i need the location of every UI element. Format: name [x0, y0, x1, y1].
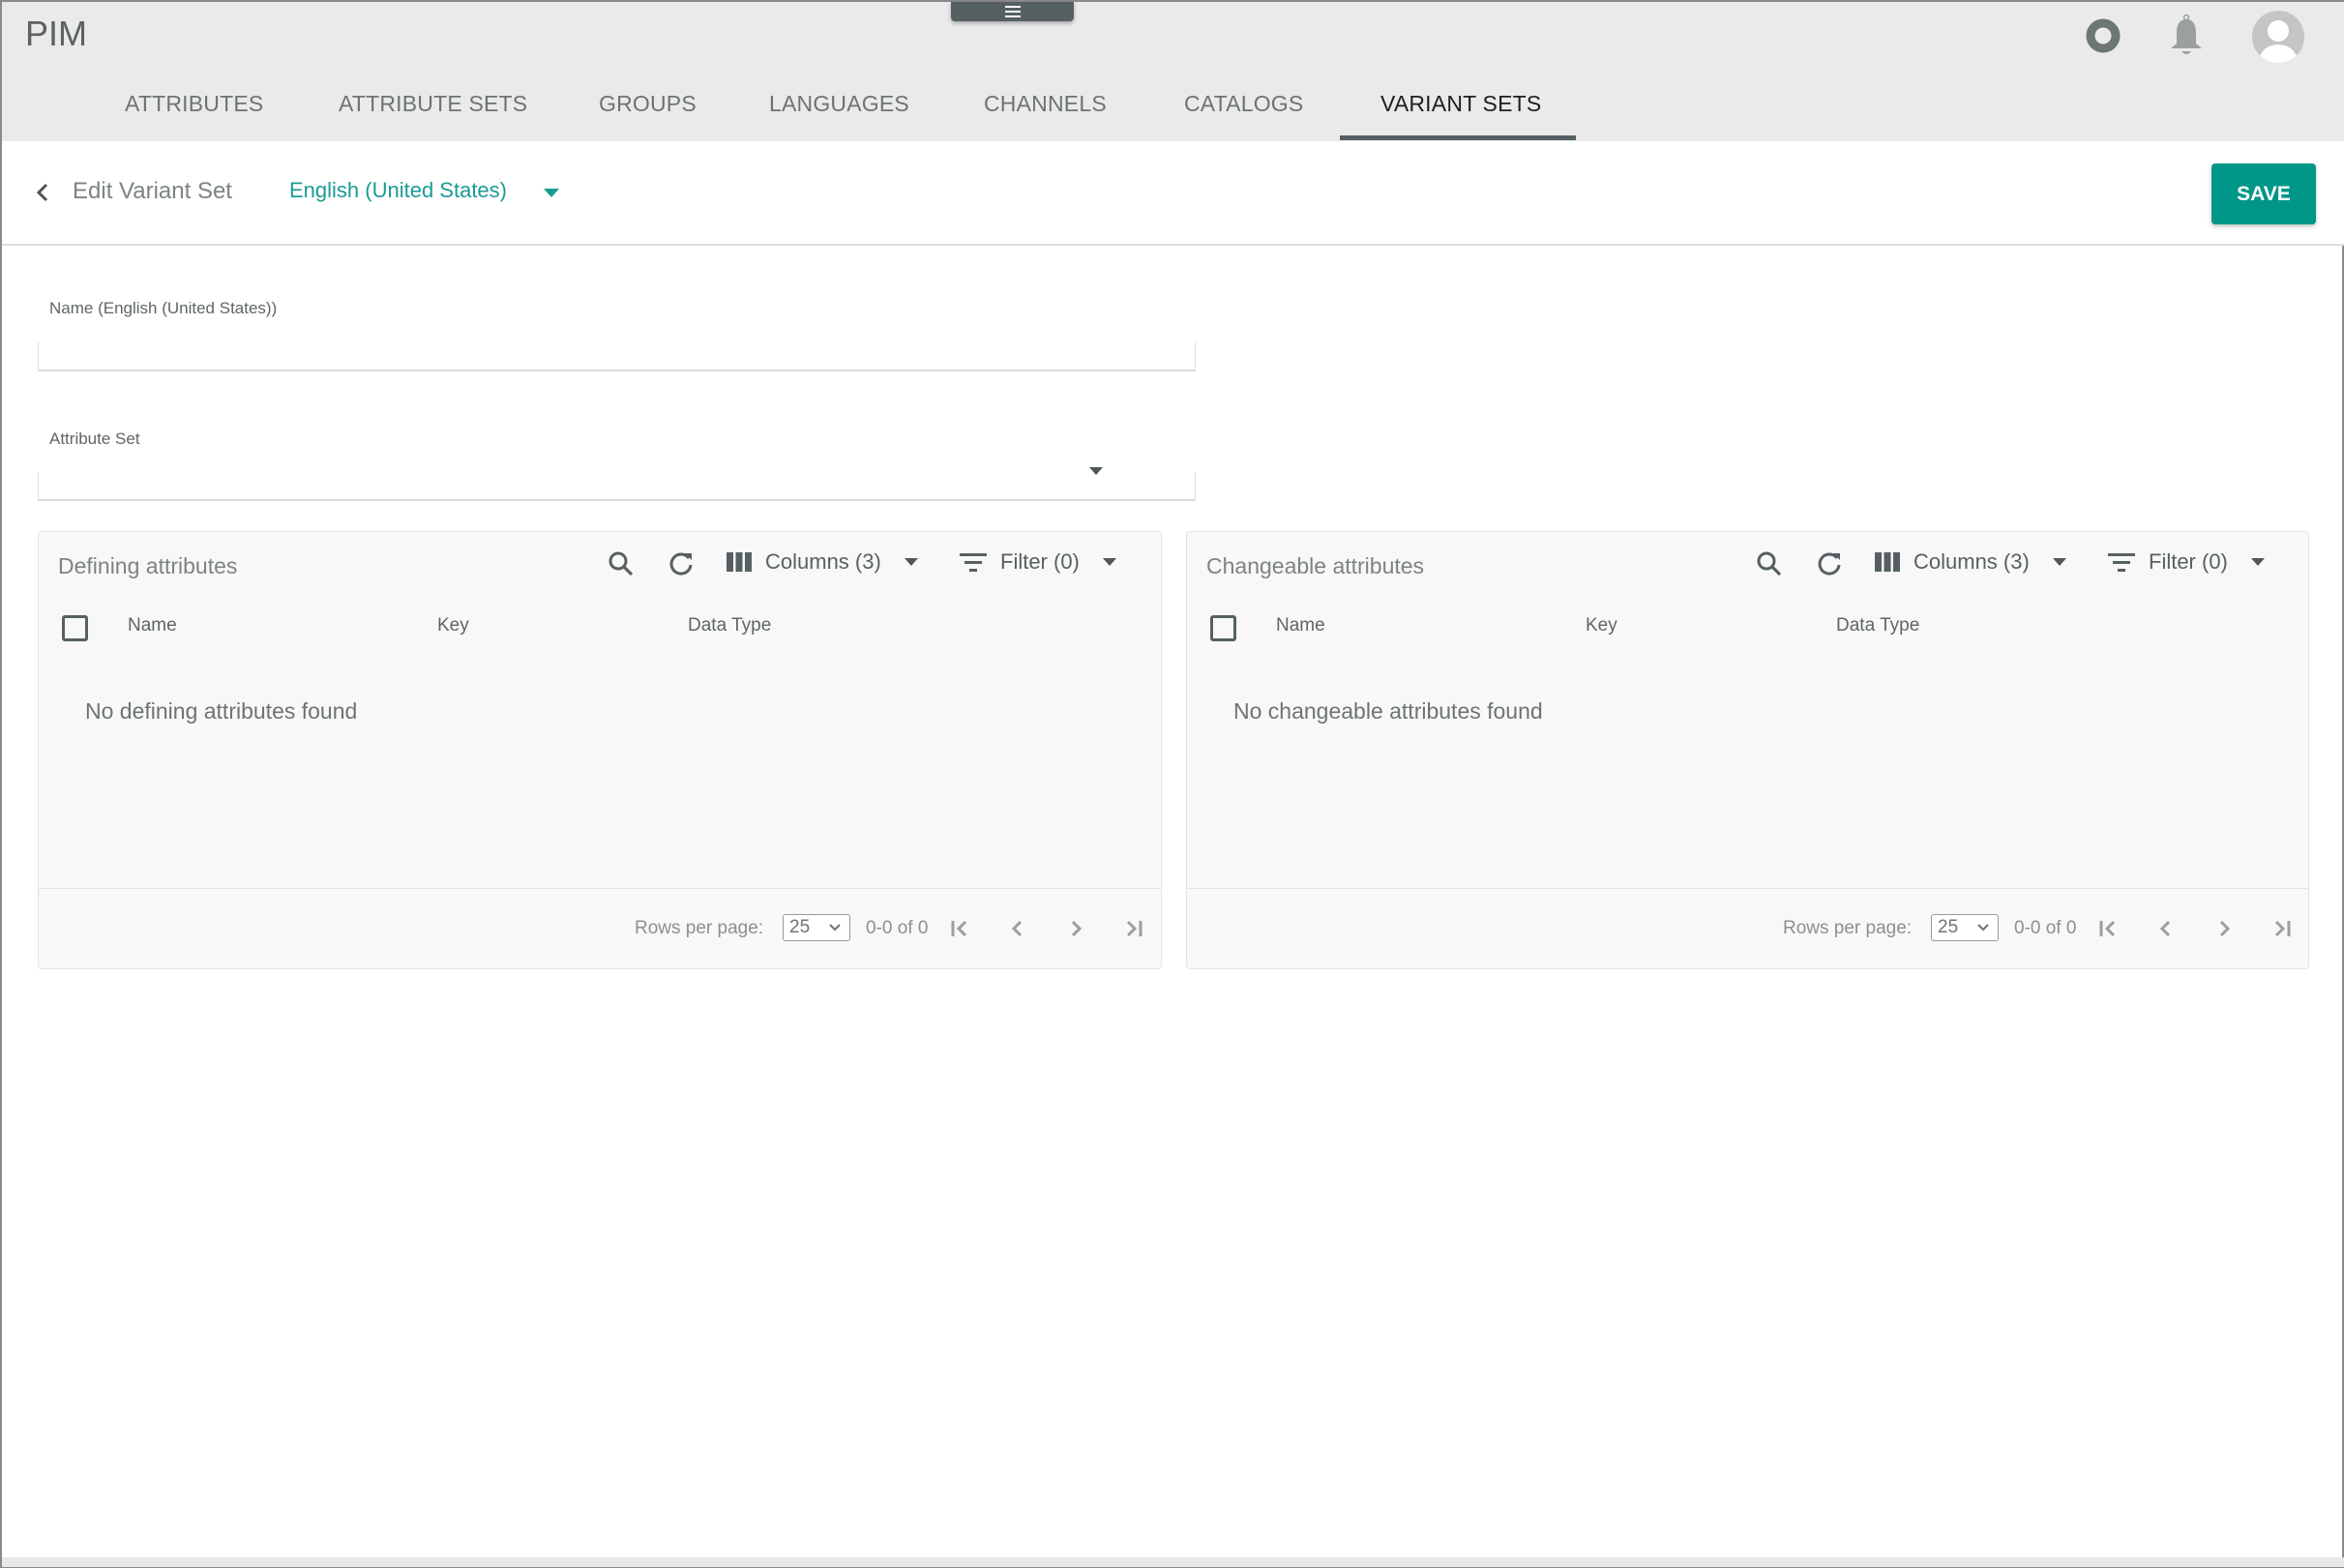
select-all-checkbox[interactable]	[1210, 615, 1236, 641]
tab-variant-sets[interactable]: VARIANT SETS	[1380, 87, 1541, 141]
edit-header: Edit Variant Set English (United States)…	[2, 141, 2344, 246]
tab-attribute-sets[interactable]: ATTRIBUTE SETS	[339, 87, 527, 141]
pagination-footer: Rows per page: 25 0-0 of 0	[39, 888, 1161, 969]
tab-attributes[interactable]: ATTRIBUTES	[125, 87, 263, 141]
tab-groups[interactable]: GROUPS	[599, 87, 697, 141]
chevron-down-icon	[544, 189, 559, 197]
user-avatar[interactable]	[2251, 10, 2305, 64]
column-header-name[interactable]: Name	[1276, 615, 1325, 636]
status-circle-icon	[2086, 18, 2121, 53]
filter-label: Filter (0)	[2149, 549, 2228, 574]
columns-icon	[727, 552, 752, 572]
page-range: 0-0 of 0	[866, 918, 929, 938]
chevron-down-icon	[1977, 924, 1989, 932]
column-header-name[interactable]: Name	[128, 615, 177, 636]
chevron-left-icon	[1011, 920, 1023, 937]
rows-per-page-select[interactable]: 25	[783, 914, 850, 941]
columns-button[interactable]: Columns (3)	[727, 549, 918, 575]
language-select[interactable]: English (United States)	[289, 178, 570, 209]
search-button[interactable]	[1755, 549, 1784, 578]
chevron-down-icon	[2250, 558, 2265, 566]
chevron-down-icon	[829, 924, 841, 932]
empty-message: No defining attributes found	[85, 698, 358, 724]
chevron-down-icon	[1102, 558, 1116, 566]
hamburger-icon	[1004, 6, 1021, 17]
menu-handle[interactable]	[951, 2, 1074, 21]
rows-per-page-value: 25	[789, 917, 811, 937]
bottom-scrollbar[interactable]	[2, 1557, 2344, 1567]
attribute-set-label: Attribute Set	[49, 429, 140, 448]
filter-button[interactable]: Filter (0)	[960, 549, 1116, 575]
column-header-data-type[interactable]: Data Type	[688, 615, 771, 636]
first-page-icon	[2099, 920, 2116, 937]
rows-per-page-label: Rows per page:	[635, 918, 764, 938]
previous-page-button[interactable]	[1003, 914, 1032, 943]
column-header-key[interactable]: Key	[437, 615, 469, 636]
search-button[interactable]	[607, 549, 636, 578]
language-select-value: English (United States)	[289, 178, 507, 202]
app-title: PIM	[25, 14, 88, 53]
main-tabs: ATTRIBUTES ATTRIBUTE SETS GROUPS LANGUAG…	[2, 87, 2344, 141]
panel-title: Defining attributes	[58, 553, 238, 578]
chevron-right-icon	[1071, 920, 1083, 937]
columns-button[interactable]: Columns (3)	[1875, 549, 2066, 575]
panel-title: Changeable attributes	[1206, 553, 1425, 578]
tab-channels[interactable]: CHANNELS	[984, 87, 1107, 141]
user-avatar-icon	[2252, 11, 2304, 63]
defining-attributes-panel: Defining attributes Columns (3) Filter (…	[38, 531, 1162, 969]
name-input[interactable]	[38, 342, 1196, 371]
last-page-button[interactable]	[1119, 914, 1148, 943]
columns-label: Columns (3)	[765, 549, 881, 574]
rows-per-page-select[interactable]: 25	[1931, 914, 1999, 941]
save-button[interactable]: SAVE	[2211, 163, 2316, 224]
back-button[interactable]	[31, 178, 58, 207]
previous-page-button[interactable]	[2151, 914, 2181, 943]
active-tab-indicator	[1340, 135, 1576, 140]
filter-icon	[960, 553, 987, 572]
next-page-button[interactable]	[2210, 914, 2239, 943]
search-icon	[608, 551, 634, 577]
chevron-down-icon	[904, 558, 918, 566]
page-range: 0-0 of 0	[2014, 918, 2077, 938]
columns-icon	[1875, 552, 1900, 572]
refresh-button[interactable]	[667, 549, 696, 578]
columns-label: Columns (3)	[1914, 549, 2030, 574]
select-all-checkbox[interactable]	[62, 615, 88, 641]
first-page-button[interactable]	[2093, 914, 2122, 943]
chevron-down-icon	[2052, 558, 2066, 566]
attribute-set-dropdown-icon[interactable]	[1089, 467, 1103, 475]
refresh-button[interactable]	[1815, 549, 1844, 578]
empty-message: No changeable attributes found	[1233, 698, 1543, 724]
rows-per-page-value: 25	[1938, 917, 1959, 937]
page-title: Edit Variant Set	[73, 178, 232, 204]
search-icon	[1757, 551, 1782, 577]
chevron-left-icon	[2159, 920, 2171, 937]
first-page-button[interactable]	[945, 914, 974, 943]
changeable-attributes-panel: Changeable attributes Columns (3) Filter…	[1186, 531, 2309, 969]
filter-label: Filter (0)	[1000, 549, 1080, 574]
notification-bell-icon	[2171, 15, 2202, 54]
filter-icon	[2108, 553, 2135, 572]
name-field-label: Name (English (United States))	[49, 299, 278, 317]
status-button[interactable]	[2086, 14, 2121, 58]
last-page-button[interactable]	[2268, 914, 2297, 943]
refresh-icon	[1818, 552, 1841, 576]
first-page-icon	[951, 920, 967, 937]
tab-catalogs[interactable]: CATALOGS	[1184, 87, 1303, 141]
top-app-bar: PIM ATTRIBUTES ATTRIBUTE SETS GROUPS LAN…	[2, 2, 2344, 141]
pagination-footer: Rows per page: 25 0-0 of 0	[1187, 888, 2308, 969]
rows-per-page-label: Rows per page:	[1783, 918, 1913, 938]
column-header-key[interactable]: Key	[1586, 615, 1617, 636]
last-page-icon	[1126, 920, 1142, 937]
notifications-button[interactable]	[2167, 14, 2206, 58]
attribute-set-select[interactable]	[38, 472, 1196, 501]
last-page-icon	[2274, 920, 2291, 937]
filter-button[interactable]: Filter (0)	[2108, 549, 2265, 575]
tab-languages[interactable]: LANGUAGES	[769, 87, 909, 141]
column-header-data-type[interactable]: Data Type	[1836, 615, 1919, 636]
refresh-icon	[669, 552, 693, 576]
next-page-button[interactable]	[1061, 914, 1090, 943]
chevron-right-icon	[2219, 920, 2231, 937]
chevron-left-icon	[36, 183, 48, 202]
